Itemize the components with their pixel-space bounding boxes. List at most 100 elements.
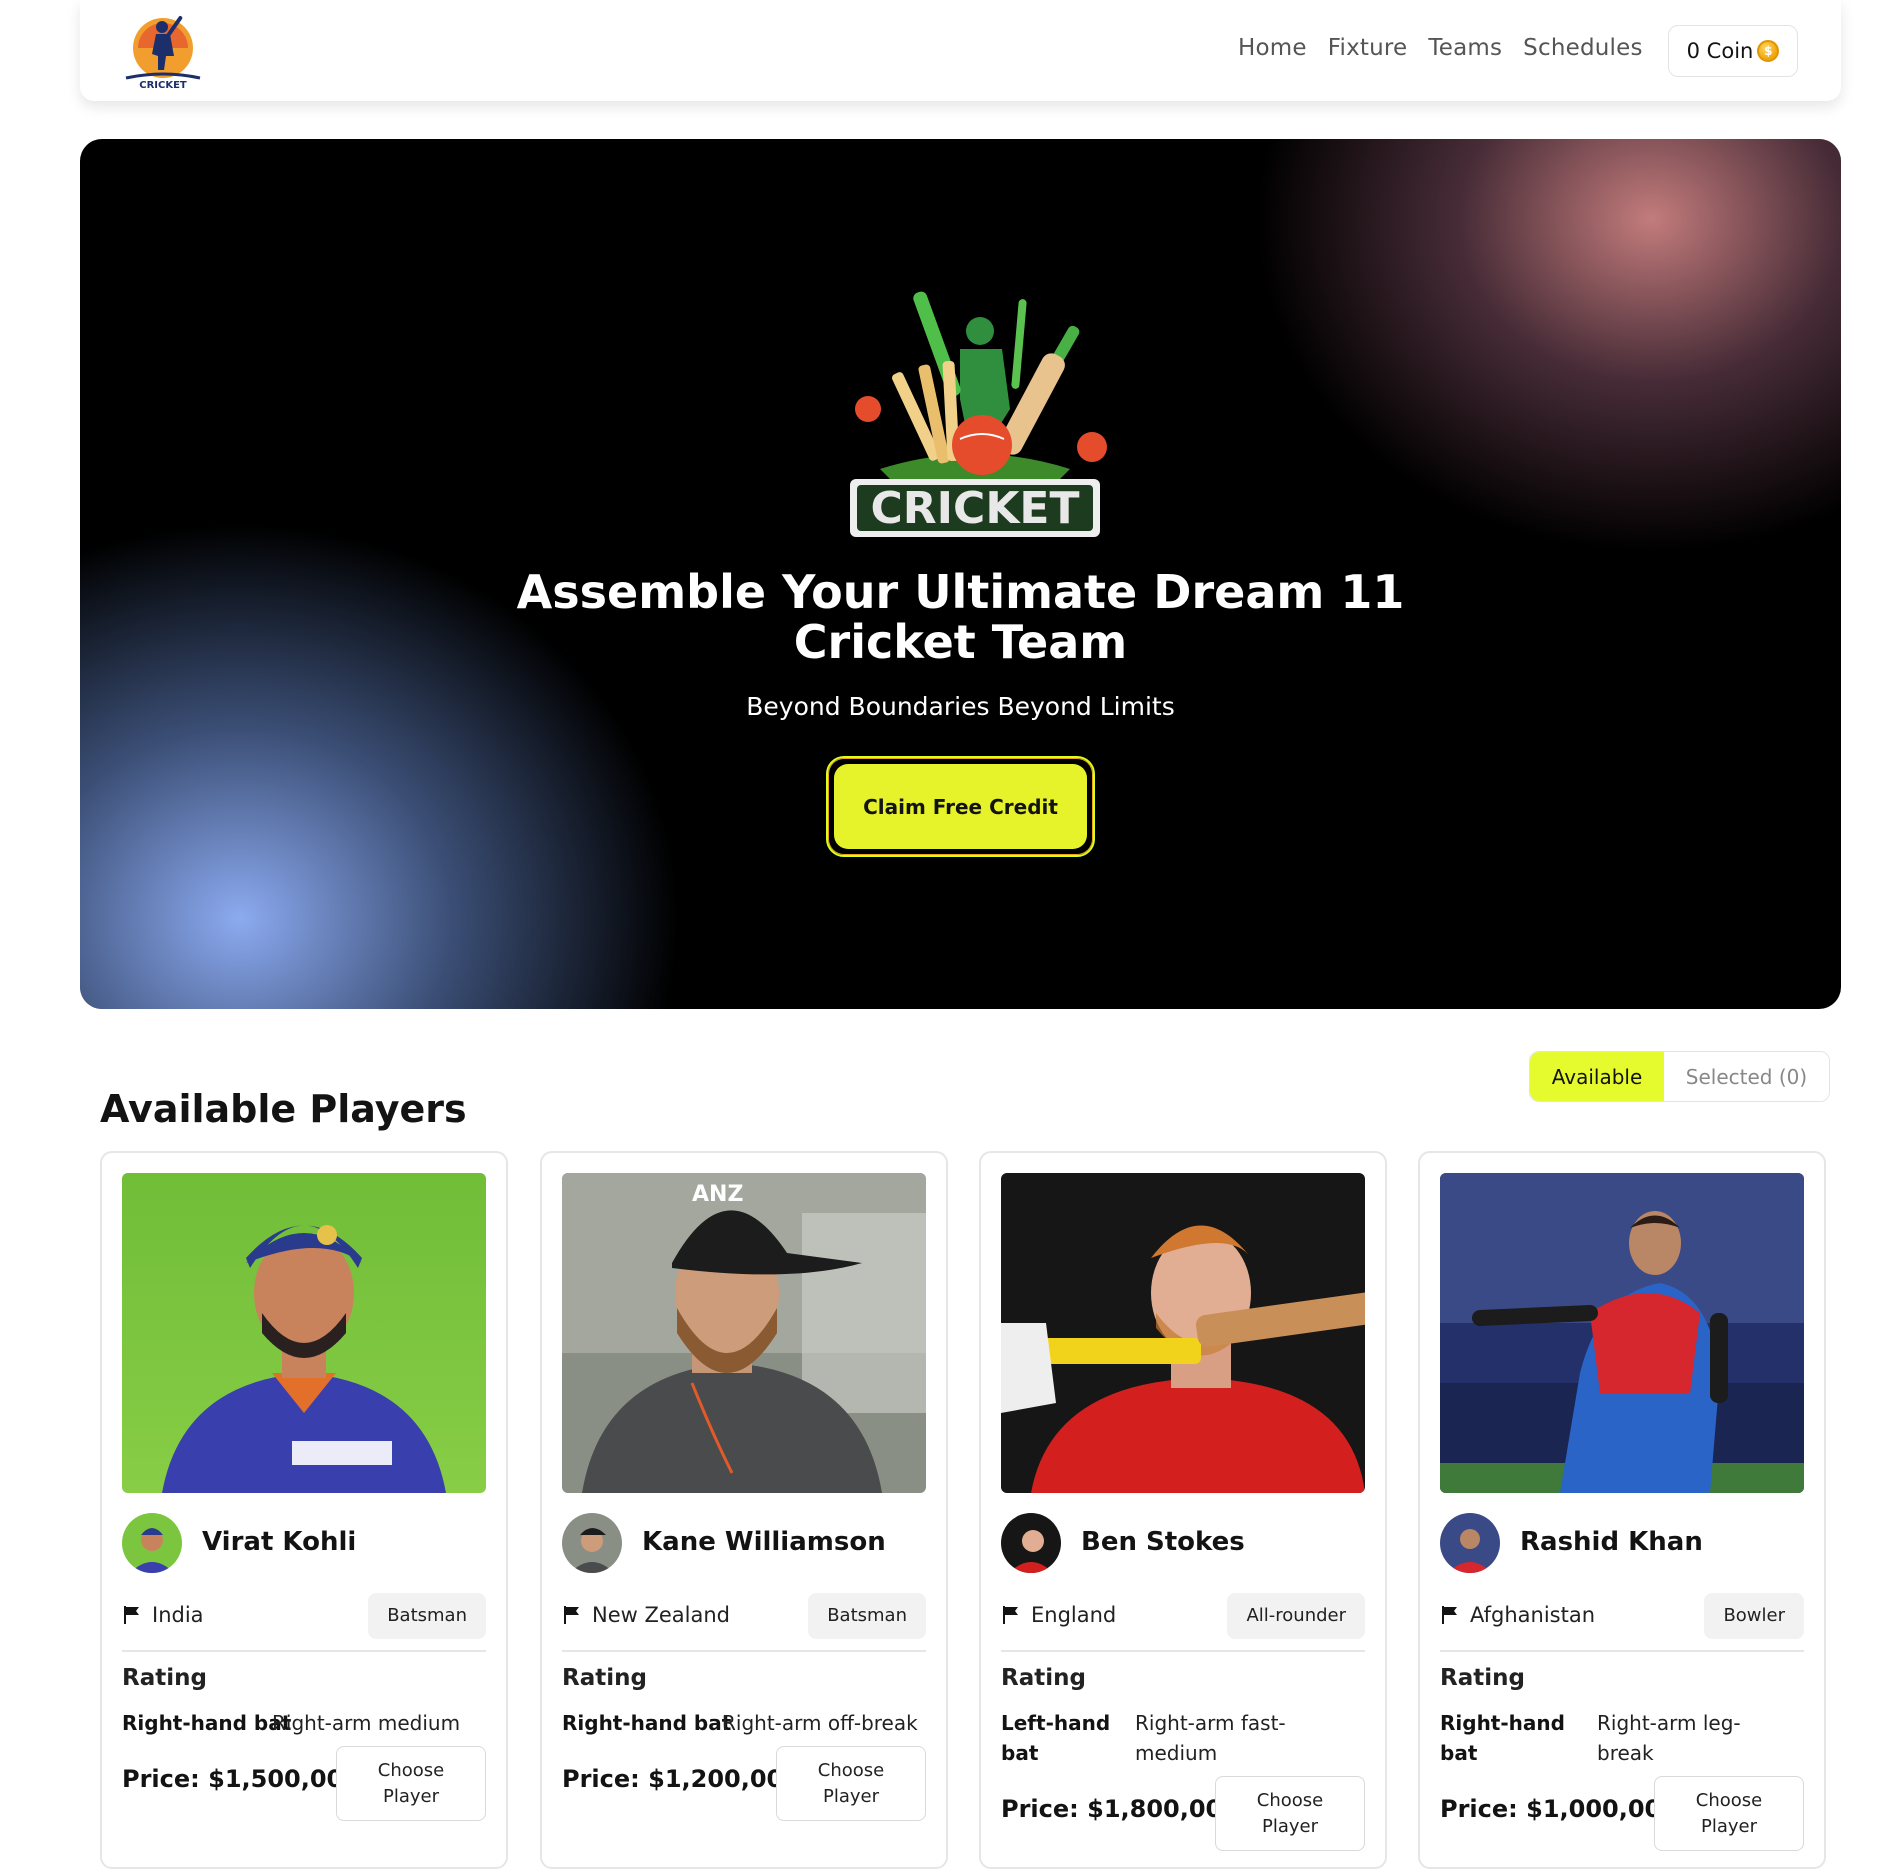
player-country: New Zealand <box>592 1603 730 1627</box>
rating-label: Rating <box>1440 1665 1525 1691</box>
batting-style: Right-hand bat <box>562 1711 732 1735</box>
nav-teams[interactable]: Teams <box>1428 35 1502 61</box>
nav-home[interactable]: Home <box>1238 35 1307 61</box>
player-meta-row: Afghanistan Bowler <box>1440 1593 1804 1639</box>
player-card: ANZ Kane Williamson New Zealand Batsman … <box>540 1151 948 1869</box>
bowling-style: Right-arm fast- medium <box>1135 1708 1286 1768</box>
player-name: Virat Kohli <box>202 1527 357 1557</box>
brand-logo[interactable]: CRICKET <box>118 8 208 94</box>
brand-logo-text: CRICKET <box>139 80 187 91</box>
batting-style-line1: Left-hand <box>1001 1711 1111 1735</box>
player-photo <box>1001 1173 1365 1493</box>
hero-glow-top-right <box>1201 139 1841 599</box>
flag-icon <box>1003 1606 1018 1624</box>
player-photo: ANZ <box>562 1173 926 1493</box>
player-price: Price: $1,000,000 <box>1440 1795 1678 1823</box>
claim-free-credit-button[interactable]: Claim Free Credit <box>834 764 1087 849</box>
rating-label: Rating <box>122 1665 207 1691</box>
toggle-selected-button[interactable]: Selected (0) <box>1664 1052 1829 1101</box>
batting-style-line2: bat <box>1440 1741 1478 1765</box>
player-photo <box>122 1173 486 1493</box>
flag-icon <box>1442 1606 1457 1624</box>
choose-player-button[interactable]: Choose Player <box>776 1746 926 1821</box>
batting-style: Left-hand bat <box>1001 1708 1110 1768</box>
player-avatar <box>122 1513 182 1573</box>
batting-style: Right-hand bat <box>1440 1708 1565 1768</box>
price-label: Price: <box>562 1765 640 1793</box>
player-price: Price: $1,200,000 <box>562 1765 800 1793</box>
choose-player-button[interactable]: Choose Player <box>1215 1776 1365 1851</box>
player-role-badge: Bowler <box>1704 1593 1804 1639</box>
nav-schedules[interactable]: Schedules <box>1523 35 1642 61</box>
rating-label: Rating <box>1001 1665 1086 1691</box>
choose-line1: Choose <box>1256 1789 1324 1811</box>
card-divider <box>1440 1650 1804 1652</box>
svg-text:ANZ: ANZ <box>692 1182 743 1207</box>
bowling-style-line1: Right-arm leg- <box>1597 1711 1741 1735</box>
choose-line2: Player <box>382 1785 439 1807</box>
hero-banner: CRICKET Assemble Your Ultimate Dream 11 … <box>80 139 1841 1009</box>
player-name: Rashid Khan <box>1520 1527 1703 1557</box>
choose-player-button[interactable]: Choose Player <box>1654 1776 1804 1851</box>
player-card: Ben Stokes England All-rounder Rating Le… <box>979 1151 1387 1869</box>
player-card: Rashid Khan Afghanistan Bowler Rating Ri… <box>1418 1151 1826 1869</box>
bowling-style-line2: medium <box>1135 1741 1218 1765</box>
nav-fixture[interactable]: Fixture <box>1328 35 1408 61</box>
choose-line2: Player <box>822 1785 879 1807</box>
coin-balance-label: 0 Coin <box>1686 39 1754 63</box>
player-country: Afghanistan <box>1470 1603 1596 1627</box>
nav-links: Home Fixture Teams Schedules <box>1238 35 1643 61</box>
rating-label: Rating <box>562 1665 647 1691</box>
player-photo <box>1440 1173 1804 1493</box>
hero-logo-text: CRICKET <box>871 483 1080 534</box>
bowling-style: Right-arm leg- break <box>1597 1708 1741 1768</box>
price-label: Price: <box>1440 1795 1518 1823</box>
choose-line1: Choose <box>377 1759 445 1781</box>
hero-title-line1: Assemble Your Ultimate Dream 11 <box>516 565 1405 619</box>
bowling-style: Right-arm off-break <box>722 1711 918 1735</box>
choose-player-button[interactable]: Choose Player <box>336 1746 486 1821</box>
player-name: Kane Williamson <box>642 1527 886 1557</box>
player-meta-row: England All-rounder <box>1001 1593 1365 1639</box>
choose-line2: Player <box>1261 1815 1318 1837</box>
player-name: Ben Stokes <box>1081 1527 1245 1557</box>
hero-glow-bottom-left <box>80 469 740 1009</box>
player-avatar <box>1001 1513 1061 1573</box>
choose-line1: Choose <box>1695 1789 1763 1811</box>
player-avatar <box>1440 1513 1500 1573</box>
player-role-badge: Batsman <box>808 1593 926 1639</box>
player-price: Price: $1,500,000 <box>122 1765 360 1793</box>
coin-balance-button[interactable]: 0 Coin $ <box>1668 25 1798 77</box>
player-country: England <box>1031 1603 1117 1627</box>
hero-subtitle: Beyond Boundaries Beyond Limits <box>746 692 1175 721</box>
price-label: Price: <box>122 1765 200 1793</box>
price-label: Price: <box>1001 1795 1079 1823</box>
card-divider <box>1001 1650 1365 1652</box>
bowling-style-line1: Right-arm fast- <box>1135 1711 1286 1735</box>
player-view-toggle: Available Selected (0) <box>1529 1051 1830 1102</box>
player-country: India <box>152 1603 204 1627</box>
card-divider <box>122 1650 486 1652</box>
batting-style: Right-hand bat <box>122 1711 292 1735</box>
player-price: Price: $1,800,000 <box>1001 1795 1239 1823</box>
batting-style-line1: Right-hand <box>1440 1711 1565 1735</box>
player-role-badge: Batsman <box>368 1593 486 1639</box>
toggle-available-button[interactable]: Available <box>1530 1052 1664 1101</box>
player-role-badge: All-rounder <box>1227 1593 1365 1639</box>
bowling-style-line2: break <box>1597 1741 1654 1765</box>
batting-style-line2: bat <box>1001 1741 1039 1765</box>
claim-credit-frame: Claim Free Credit <box>826 756 1095 857</box>
card-divider <box>562 1650 926 1652</box>
hero-cricket-logo: CRICKET <box>810 279 1140 539</box>
player-meta-row: New Zealand Batsman <box>562 1593 926 1639</box>
section-title: Available Players <box>100 1087 467 1131</box>
hero-title-line2: Cricket Team <box>793 615 1128 669</box>
choose-line2: Player <box>1700 1815 1757 1837</box>
flag-icon <box>564 1606 579 1624</box>
choose-line1: Choose <box>817 1759 885 1781</box>
bowling-style: Right-arm medium <box>272 1711 461 1735</box>
hero-title: Assemble Your Ultimate Dream 11 Cricket … <box>80 567 1841 667</box>
player-avatar <box>562 1513 622 1573</box>
flag-icon <box>124 1606 139 1624</box>
player-card: Virat Kohli India Batsman Rating Right-h… <box>100 1151 508 1869</box>
